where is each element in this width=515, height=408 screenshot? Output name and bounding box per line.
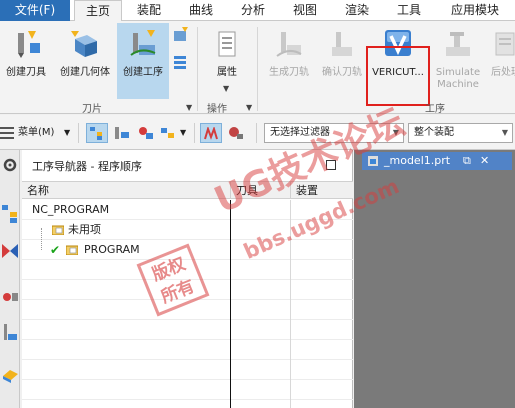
panel-title: 工序导航器 - 程序顺序 [32, 160, 142, 173]
verify-toolpath-icon [332, 32, 352, 56]
tab-application[interactable]: 应用模块 [438, 0, 512, 21]
program-order-view-button[interactable] [86, 123, 108, 143]
list-item [22, 360, 353, 380]
part-navigator-icon[interactable] [1, 322, 19, 344]
create-geometry-icon [71, 31, 97, 57]
model-file-tab[interactable]: _model1.prt ⧉ ✕ [362, 152, 512, 170]
chevron-down-icon: ▼ [501, 128, 508, 137]
resource-bar [0, 150, 20, 408]
create-geometry-button[interactable]: 创建几何体 [54, 23, 116, 99]
menu-dropdown-icon[interactable]: ▼ [64, 124, 70, 142]
group-operate-dropdown-icon[interactable]: ▼ [246, 103, 252, 112]
machine-navigator-icon[interactable] [1, 240, 19, 262]
menu-button[interactable]: 菜单(M) [18, 124, 54, 142]
assembly-navigator-icon[interactable] [1, 286, 19, 308]
properties-icon [218, 31, 236, 57]
group-label-operate: 操作 [207, 104, 227, 115]
folder-icon [66, 245, 78, 255]
tab-render[interactable]: 渲染 [334, 0, 380, 21]
group-separator [197, 27, 198, 111]
postprocess-button[interactable]: 后处理 [486, 23, 515, 99]
column-header-name[interactable]: 名称 [22, 181, 230, 199]
create-operation-button[interactable]: 创建工序 [117, 23, 169, 99]
tab-home[interactable]: 主页 [74, 0, 122, 22]
view-dropdown-icon[interactable]: ▼ [180, 124, 186, 142]
tab-tools[interactable]: 工具 [386, 0, 432, 21]
menu-bar: 文件(F) 主页 装配 曲线 分析 视图 渲染 工具 应用模块 [0, 0, 515, 22]
properties-dropdown-icon[interactable]: ▼ [223, 84, 229, 93]
checkmark-icon: ✔ [50, 243, 61, 257]
small-program-icon[interactable] [172, 27, 190, 45]
toolbar-separator [194, 123, 195, 143]
program-order-icon [90, 127, 102, 140]
geometry-view-icon[interactable] [138, 126, 154, 140]
show-toolpath-button[interactable] [200, 123, 222, 143]
group-insert-dropdown-icon[interactable]: ▼ [186, 103, 192, 112]
tree-line [41, 228, 42, 250]
create-tool-icon [18, 31, 40, 58]
tab-assembly[interactable]: 装配 [126, 0, 172, 21]
toolbar-separator [78, 123, 79, 143]
operation-navigator-icon[interactable] [1, 202, 19, 224]
folder-icon [52, 225, 64, 235]
selection-toolbar: 菜单(M) ▼ ▼ 无选择过滤器 ▼ 整个装配 ▼ [0, 115, 515, 150]
method-view-icon[interactable] [160, 126, 176, 140]
generate-toolpath-icon [276, 32, 302, 57]
restore-window-icon[interactable]: ⧉ [463, 152, 471, 170]
tab-curve[interactable]: 曲线 [178, 0, 224, 21]
small-method-icon[interactable] [172, 53, 190, 71]
file-menu[interactable]: 文件(F) [0, 0, 70, 21]
list-item [22, 320, 353, 340]
selection-scope-combo[interactable]: 整个装配 ▼ [408, 123, 513, 143]
create-tool-button[interactable]: 创建刀具 [0, 23, 52, 99]
list-item [22, 340, 353, 360]
group-separator [257, 27, 258, 111]
display-settings-icon[interactable] [228, 126, 244, 140]
tab-analysis[interactable]: 分析 [230, 0, 276, 21]
history-icon[interactable] [1, 362, 19, 384]
toolbar-separator [256, 123, 257, 143]
generate-toolpath-button[interactable]: 生成刀轨 [262, 23, 316, 99]
group-label-operation: 工序 [425, 104, 445, 115]
create-operation-icon [130, 30, 156, 56]
tab-view[interactable]: 视图 [282, 0, 328, 21]
group-label-insert: 刀片 [82, 104, 102, 115]
verify-toolpath-button[interactable]: 确认刀轨 [317, 23, 367, 99]
machine-tool-view-icon[interactable] [114, 126, 130, 140]
postprocess-icon [495, 32, 515, 56]
column-divider [230, 200, 231, 408]
vericut-highlight-box [366, 46, 430, 106]
menu-icon[interactable] [0, 127, 14, 139]
simulate-machine-button[interactable]: Simulate Machine [430, 23, 486, 99]
list-item [22, 380, 353, 400]
close-icon[interactable]: ✕ [480, 152, 489, 170]
gear-icon[interactable] [1, 156, 19, 178]
ribbon: 创建刀具 创建几何体 创建工序 刀片 ▼ 属性 ▼ 操作 ▼ 生成刀轨 确认刀轨… [0, 21, 515, 115]
simulate-machine-icon [446, 32, 470, 56]
toolpath-icon [204, 127, 218, 140]
